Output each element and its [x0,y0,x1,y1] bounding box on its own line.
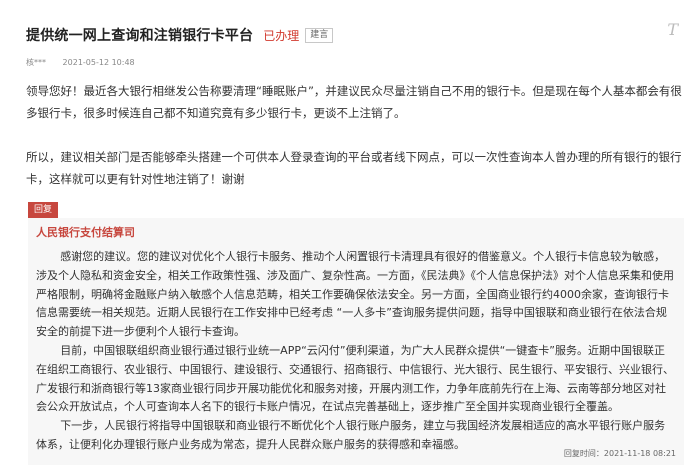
post-header: 提供统一网上查询和注销银行卡平台 已办理 建言 T [26,20,680,46]
reply-date: 回复时间：2021-11-18 08:21 [563,449,676,458]
reply-organization: 人民银行支付结算司 [36,226,135,239]
question-body: 领导您好！最近各大银行相继发公告称要清理“睡眠账户”，并建议民众尽量注销自己不用… [26,80,686,190]
status-label: 已办理 [263,28,300,43]
reply-box: 人民银行支付结算司 感谢您的建议。您的建议对优化个人银行卡服务、推动个人闲置银行… [28,218,684,465]
category-badge: 建言 [305,27,334,43]
question-paragraph: 领导您好！最近各大银行相继发公告称要清理“睡眠账户”，并建议民众尽量注销自己不用… [26,84,682,120]
question-paragraph: 所以，建议相关部门是否能够牵头搭建一个可供本人登录查询的平台或者线下网点，可以一… [26,150,682,186]
post-title: 提供统一网上查询和注销银行卡平台 [26,28,254,44]
reply-paragraph: 目前，中国银联组织商业银行通过银行业统一APP“云闪付”便利渠道，为广大人民群众… [36,343,674,414]
reply-body: 感谢您的建议。您的建议对优化个人银行卡服务、推动个人闲置银行卡清理具有很好的借鉴… [36,248,674,455]
text-size-icon[interactable]: T [667,20,678,39]
reply-paragraph: 感谢您的建议。您的建议对优化个人银行卡服务、推动个人闲置银行卡清理具有很好的借鉴… [36,250,674,339]
reply-tag: 回复 [28,202,58,218]
post-meta: 核*** 2021-05-12 10:48 [26,57,149,68]
author-name: 核*** [26,58,46,67]
post-timestamp: 2021-05-12 10:48 [62,58,135,67]
